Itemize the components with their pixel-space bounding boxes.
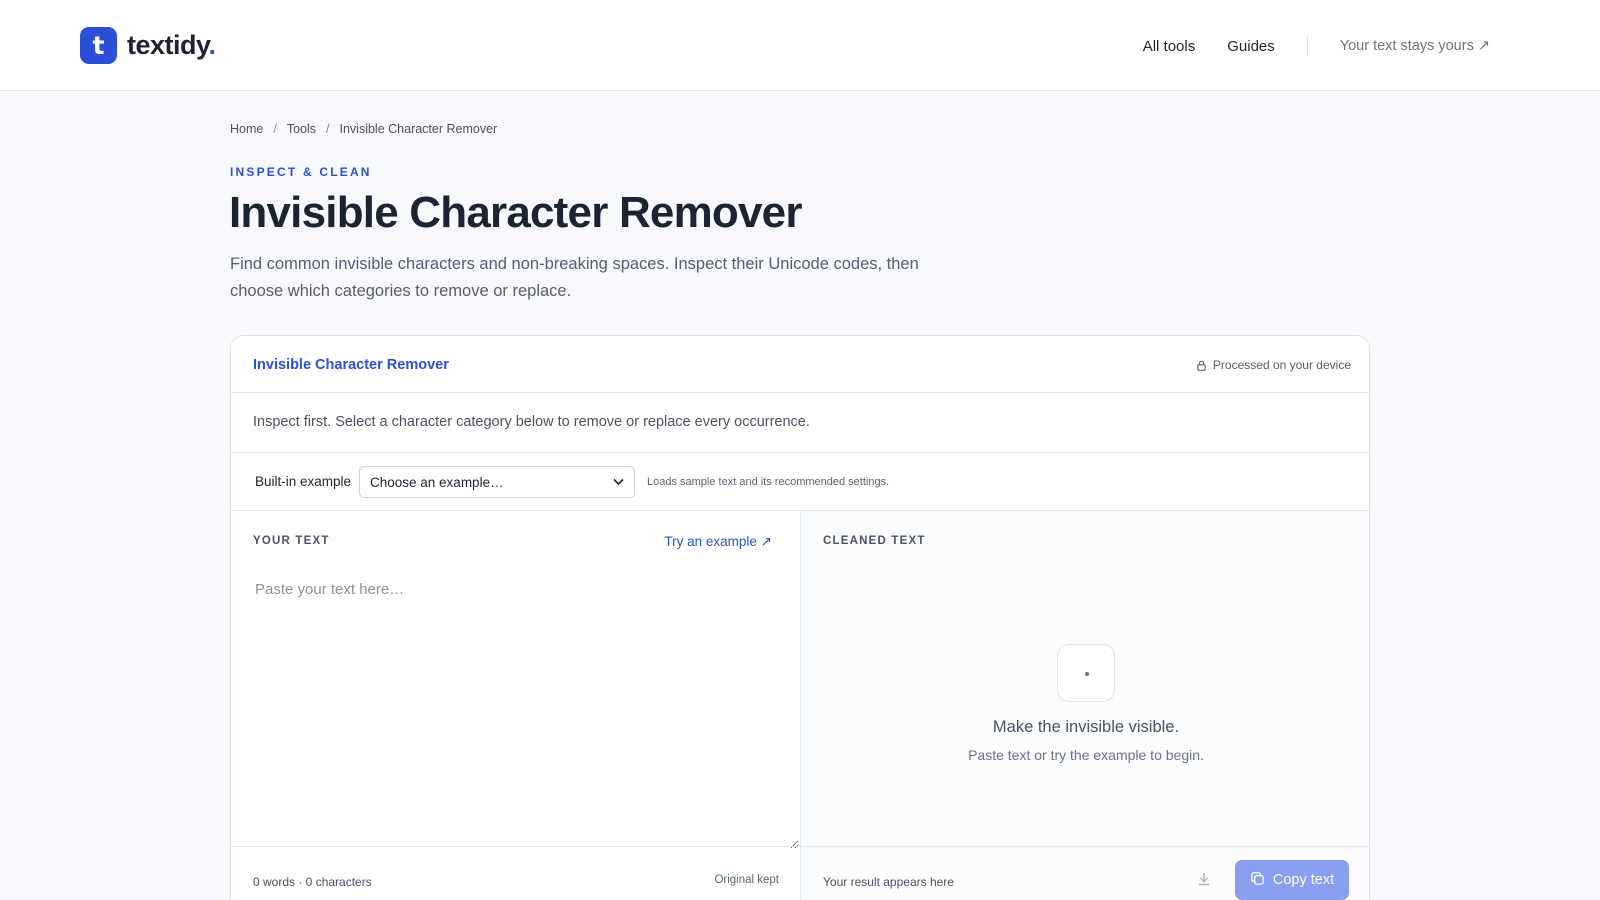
copy-icon <box>1250 871 1265 890</box>
example-row: Built-in example Choose an example… Load… <box>231 453 1369 511</box>
breadcrumb-current: Invisible Character Remover <box>339 122 498 136</box>
device-note-text: Processed on your device <box>1212 358 1351 372</box>
text-panes: YOUR TEXT Try an example ↗ CLEANED TEXT … <box>231 511 1369 851</box>
invisible-dot-icon <box>1057 644 1115 702</box>
input-label: YOUR TEXT <box>253 535 330 547</box>
copy-text-button[interactable]: Copy text <box>1235 860 1349 900</box>
tool-hint: Inspect first. Select a character catego… <box>231 393 1369 453</box>
copy-button-label: Copy text <box>1272 872 1335 888</box>
example-select-value: Choose an example… <box>370 474 504 490</box>
breadcrumb-home[interactable]: Home <box>230 122 263 136</box>
input-pane: YOUR TEXT Try an example ↗ <box>231 511 801 851</box>
empty-state-title: Make the invisible visible. <box>992 718 1180 736</box>
nav-guides[interactable]: Guides <box>1227 38 1275 55</box>
download-icon <box>1196 872 1212 890</box>
try-example-link[interactable]: Try an example ↗ <box>664 534 772 550</box>
tool-footer: 0 words · 0 characters Original kept You… <box>231 846 1369 900</box>
empty-state-subtitle: Paste text or try the example to begin. <box>968 747 1204 763</box>
chevron-down-icon <box>613 475 624 489</box>
empty-state: Make the invisible visible. Paste text o… <box>801 644 1369 763</box>
breadcrumb-separator: / <box>326 122 330 136</box>
eyebrow-label: INSPECT & CLEAN <box>230 165 372 179</box>
tool-card-header: Invisible Character Remover Processed on… <box>231 336 1369 393</box>
logo-icon: t <box>80 27 117 64</box>
word-char-count: 0 words · 0 characters <box>253 875 372 889</box>
breadcrumb-tools[interactable]: Tools <box>287 122 316 136</box>
download-button[interactable] <box>1193 869 1215 891</box>
device-note: Processed on your device <box>1196 358 1351 372</box>
nav-privacy-link[interactable]: Your text stays yours ↗ <box>1340 38 1490 54</box>
output-pane: CLEANED TEXT Make the invisible visible.… <box>801 511 1369 851</box>
page-description: Find common invisible characters and non… <box>230 255 919 300</box>
output-label: CLEANED TEXT <box>823 535 926 547</box>
logo-name: textidy <box>127 30 209 60</box>
example-note: Loads sample text and its recommended se… <box>647 476 890 488</box>
breadcrumb: Home / Tools / Invisible Character Remov… <box>230 122 497 136</box>
main-nav: All tools Guides Your text stays yours ↗ <box>1143 36 1490 56</box>
example-label: Built-in example <box>255 474 352 489</box>
tool-card: Invisible Character Remover Processed on… <box>230 335 1370 900</box>
result-hint: Your result appears here <box>823 875 954 889</box>
top-bar: t textidy. All tools Guides Your text st… <box>0 0 1600 91</box>
lock-icon <box>1196 360 1207 371</box>
nav-all-tools[interactable]: All tools <box>1143 38 1196 55</box>
example-select[interactable]: Choose an example… <box>359 466 635 498</box>
original-state: Original kept <box>714 874 779 886</box>
nav-divider <box>1306 36 1308 56</box>
output-footer: Your result appears here Copy text <box>801 847 1369 900</box>
logo-link[interactable]: t textidy. <box>80 27 216 64</box>
logo-dot: . <box>208 30 217 60</box>
breadcrumb-separator: / <box>273 122 277 136</box>
input-footer: 0 words · 0 characters Original kept <box>231 847 801 900</box>
text-input[interactable] <box>241 569 799 849</box>
logo-wordmark: textidy. <box>127 30 216 61</box>
page-title: Invisible Character Remover <box>229 188 802 237</box>
tool-title: Invisible Character Remover <box>253 357 449 373</box>
